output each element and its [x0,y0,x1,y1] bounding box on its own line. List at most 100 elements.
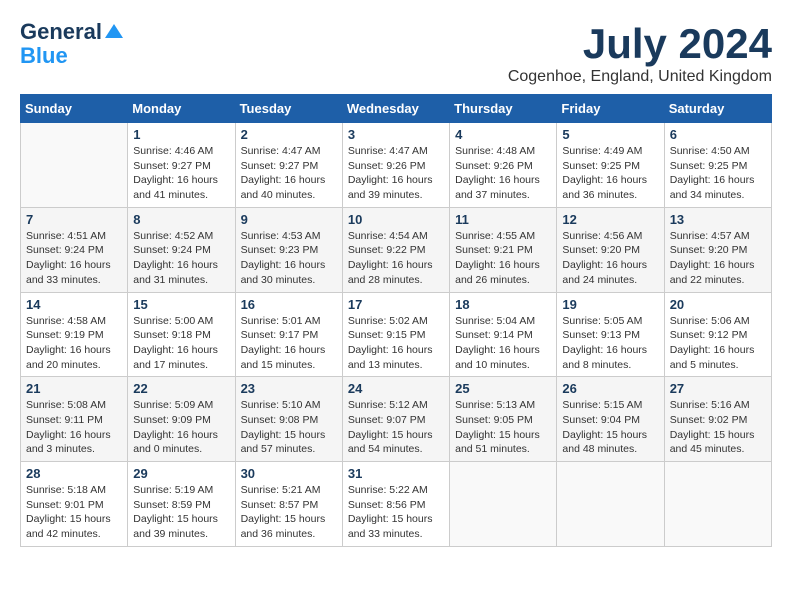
calendar-cell: 18 Sunrise: 5:04 AM Sunset: 9:14 PM Dayli… [450,292,557,377]
day-info: Sunrise: 4:58 AM Sunset: 9:19 PM Dayligh… [26,314,122,373]
day-info: Sunrise: 5:06 AM Sunset: 9:12 PM Dayligh… [670,314,766,373]
day-info: Sunrise: 5:08 AM Sunset: 9:11 PM Dayligh… [26,398,122,457]
calendar-cell: 16 Sunrise: 5:01 AM Sunset: 9:17 PM Dayli… [235,292,342,377]
day-header-monday: Monday [128,95,235,123]
day-info: Sunrise: 4:57 AM Sunset: 9:20 PM Dayligh… [670,229,766,288]
day-number: 21 [26,381,122,396]
day-info: Sunrise: 5:19 AM Sunset: 8:59 PM Dayligh… [133,483,229,542]
day-number: 29 [133,466,229,481]
day-info: Sunrise: 5:15 AM Sunset: 9:04 PM Dayligh… [562,398,658,457]
day-number: 7 [26,212,122,227]
day-info: Sunrise: 4:47 AM Sunset: 9:27 PM Dayligh… [241,144,337,203]
day-header-saturday: Saturday [664,95,771,123]
day-info: Sunrise: 5:00 AM Sunset: 9:18 PM Dayligh… [133,314,229,373]
day-number: 2 [241,127,337,142]
day-number: 13 [670,212,766,227]
calendar-cell: 4 Sunrise: 4:48 AM Sunset: 9:26 PM Daylig… [450,123,557,208]
day-header-friday: Friday [557,95,664,123]
calendar-cell: 2 Sunrise: 4:47 AM Sunset: 9:27 PM Daylig… [235,123,342,208]
location-title: Cogenhoe, England, United Kingdom [508,68,772,86]
day-number: 23 [241,381,337,396]
day-info: Sunrise: 4:48 AM Sunset: 9:26 PM Dayligh… [455,144,551,203]
day-info: Sunrise: 5:01 AM Sunset: 9:17 PM Dayligh… [241,314,337,373]
day-header-wednesday: Wednesday [342,95,449,123]
day-number: 17 [348,297,444,312]
logo-triangle-icon [105,24,123,38]
day-info: Sunrise: 4:54 AM Sunset: 9:22 PM Dayligh… [348,229,444,288]
day-number: 19 [562,297,658,312]
title-section: July 2024 Cogenhoe, England, United King… [508,20,772,86]
calendar-cell: 13 Sunrise: 4:57 AM Sunset: 9:20 PM Dayli… [664,207,771,292]
day-number: 18 [455,297,551,312]
day-header-tuesday: Tuesday [235,95,342,123]
calendar-cell: 3 Sunrise: 4:47 AM Sunset: 9:26 PM Daylig… [342,123,449,208]
day-number: 6 [670,127,766,142]
calendar-cell: 17 Sunrise: 5:02 AM Sunset: 9:15 PM Dayli… [342,292,449,377]
month-title: July 2024 [508,20,772,68]
logo: General Blue [20,20,123,68]
calendar-cell: 19Sunrise: 5:05 AM Sunset: 9:13 PM Dayli… [557,292,664,377]
calendar-cell: 25 Sunrise: 5:13 AM Sunset: 9:05 PM Dayli… [450,377,557,462]
day-info: Sunrise: 5:22 AM Sunset: 8:56 PM Dayligh… [348,483,444,542]
calendar-cell: 10 Sunrise: 4:54 AM Sunset: 9:22 PM Dayli… [342,207,449,292]
day-number: 27 [670,381,766,396]
calendar-cell: 21 Sunrise: 5:08 AM Sunset: 9:11 PM Dayli… [21,377,128,462]
calendar-cell: 15 Sunrise: 5:00 AM Sunset: 9:18 PM Dayli… [128,292,235,377]
day-number: 14 [26,297,122,312]
calendar-cell: 7 Sunrise: 4:51 AM Sunset: 9:24 PM Daylig… [21,207,128,292]
day-number: 9 [241,212,337,227]
calendar-cell: 23 Sunrise: 5:10 AM Sunset: 9:08 PM Dayli… [235,377,342,462]
day-info: Sunrise: 5:12 AM Sunset: 9:07 PM Dayligh… [348,398,444,457]
day-info: Sunrise: 4:46 AM Sunset: 9:27 PM Dayligh… [133,144,229,203]
day-number: 1 [133,127,229,142]
day-info: Sunrise: 5:18 AM Sunset: 9:01 PM Dayligh… [26,483,122,542]
day-info: Sunrise: 4:56 AM Sunset: 9:20 PM Dayligh… [562,229,658,288]
calendar-cell [21,123,128,208]
calendar-cell: 30Sunrise: 5:21 AM Sunset: 8:57 PM Dayli… [235,462,342,547]
day-info: Sunrise: 4:49 AM Sunset: 9:25 PM Dayligh… [562,144,658,203]
calendar-cell: 28 Sunrise: 5:18 AM Sunset: 9:01 PM Dayli… [21,462,128,547]
day-info: Sunrise: 4:52 AM Sunset: 9:24 PM Dayligh… [133,229,229,288]
calendar-cell: 12Sunrise: 4:56 AM Sunset: 9:20 PM Dayli… [557,207,664,292]
logo-general-text: General [20,20,102,44]
day-info: Sunrise: 5:04 AM Sunset: 9:14 PM Dayligh… [455,314,551,373]
day-header-thursday: Thursday [450,95,557,123]
calendar-cell: 8 Sunrise: 4:52 AM Sunset: 9:24 PM Daylig… [128,207,235,292]
calendar-cell: 22Sunrise: 5:09 AM Sunset: 9:09 PM Dayli… [128,377,235,462]
day-number: 25 [455,381,551,396]
header: General Blue July 2024 Cogenhoe, England… [20,20,772,86]
day-number: 8 [133,212,229,227]
day-info: Sunrise: 4:51 AM Sunset: 9:24 PM Dayligh… [26,229,122,288]
day-number: 26 [562,381,658,396]
day-info: Sunrise: 5:10 AM Sunset: 9:08 PM Dayligh… [241,398,337,457]
calendar-week-row: 7 Sunrise: 4:51 AM Sunset: 9:24 PM Daylig… [21,207,772,292]
day-header-sunday: Sunday [21,95,128,123]
day-number: 28 [26,466,122,481]
calendar-cell: 5 Sunrise: 4:49 AM Sunset: 9:25 PM Daylig… [557,123,664,208]
day-number: 3 [348,127,444,142]
calendar-cell [557,462,664,547]
logo-blue-text: Blue [20,44,68,68]
day-number: 20 [670,297,766,312]
calendar-cell: 9Sunrise: 4:53 AM Sunset: 9:23 PM Daylig… [235,207,342,292]
day-number: 5 [562,127,658,142]
day-number: 15 [133,297,229,312]
days-header-row: SundayMondayTuesdayWednesdayThursdayFrid… [21,95,772,123]
day-info: Sunrise: 5:13 AM Sunset: 9:05 PM Dayligh… [455,398,551,457]
calendar-cell: 24 Sunrise: 5:12 AM Sunset: 9:07 PM Dayli… [342,377,449,462]
day-info: Sunrise: 4:50 AM Sunset: 9:25 PM Dayligh… [670,144,766,203]
calendar-table: SundayMondayTuesdayWednesdayThursdayFrid… [20,94,772,547]
calendar-cell: 6 Sunrise: 4:50 AM Sunset: 9:25 PM Daylig… [664,123,771,208]
day-info: Sunrise: 4:47 AM Sunset: 9:26 PM Dayligh… [348,144,444,203]
calendar-cell [450,462,557,547]
day-info: Sunrise: 4:55 AM Sunset: 9:21 PM Dayligh… [455,229,551,288]
calendar-cell: 29 Sunrise: 5:19 AM Sunset: 8:59 PM Dayli… [128,462,235,547]
day-number: 22 [133,381,229,396]
day-number: 16 [241,297,337,312]
day-info: Sunrise: 5:02 AM Sunset: 9:15 PM Dayligh… [348,314,444,373]
calendar-cell: 14 Sunrise: 4:58 AM Sunset: 9:19 PM Dayli… [21,292,128,377]
day-number: 4 [455,127,551,142]
day-number: 24 [348,381,444,396]
day-number: 10 [348,212,444,227]
day-info: Sunrise: 5:21 AM Sunset: 8:57 PM Dayligh… [241,483,337,542]
